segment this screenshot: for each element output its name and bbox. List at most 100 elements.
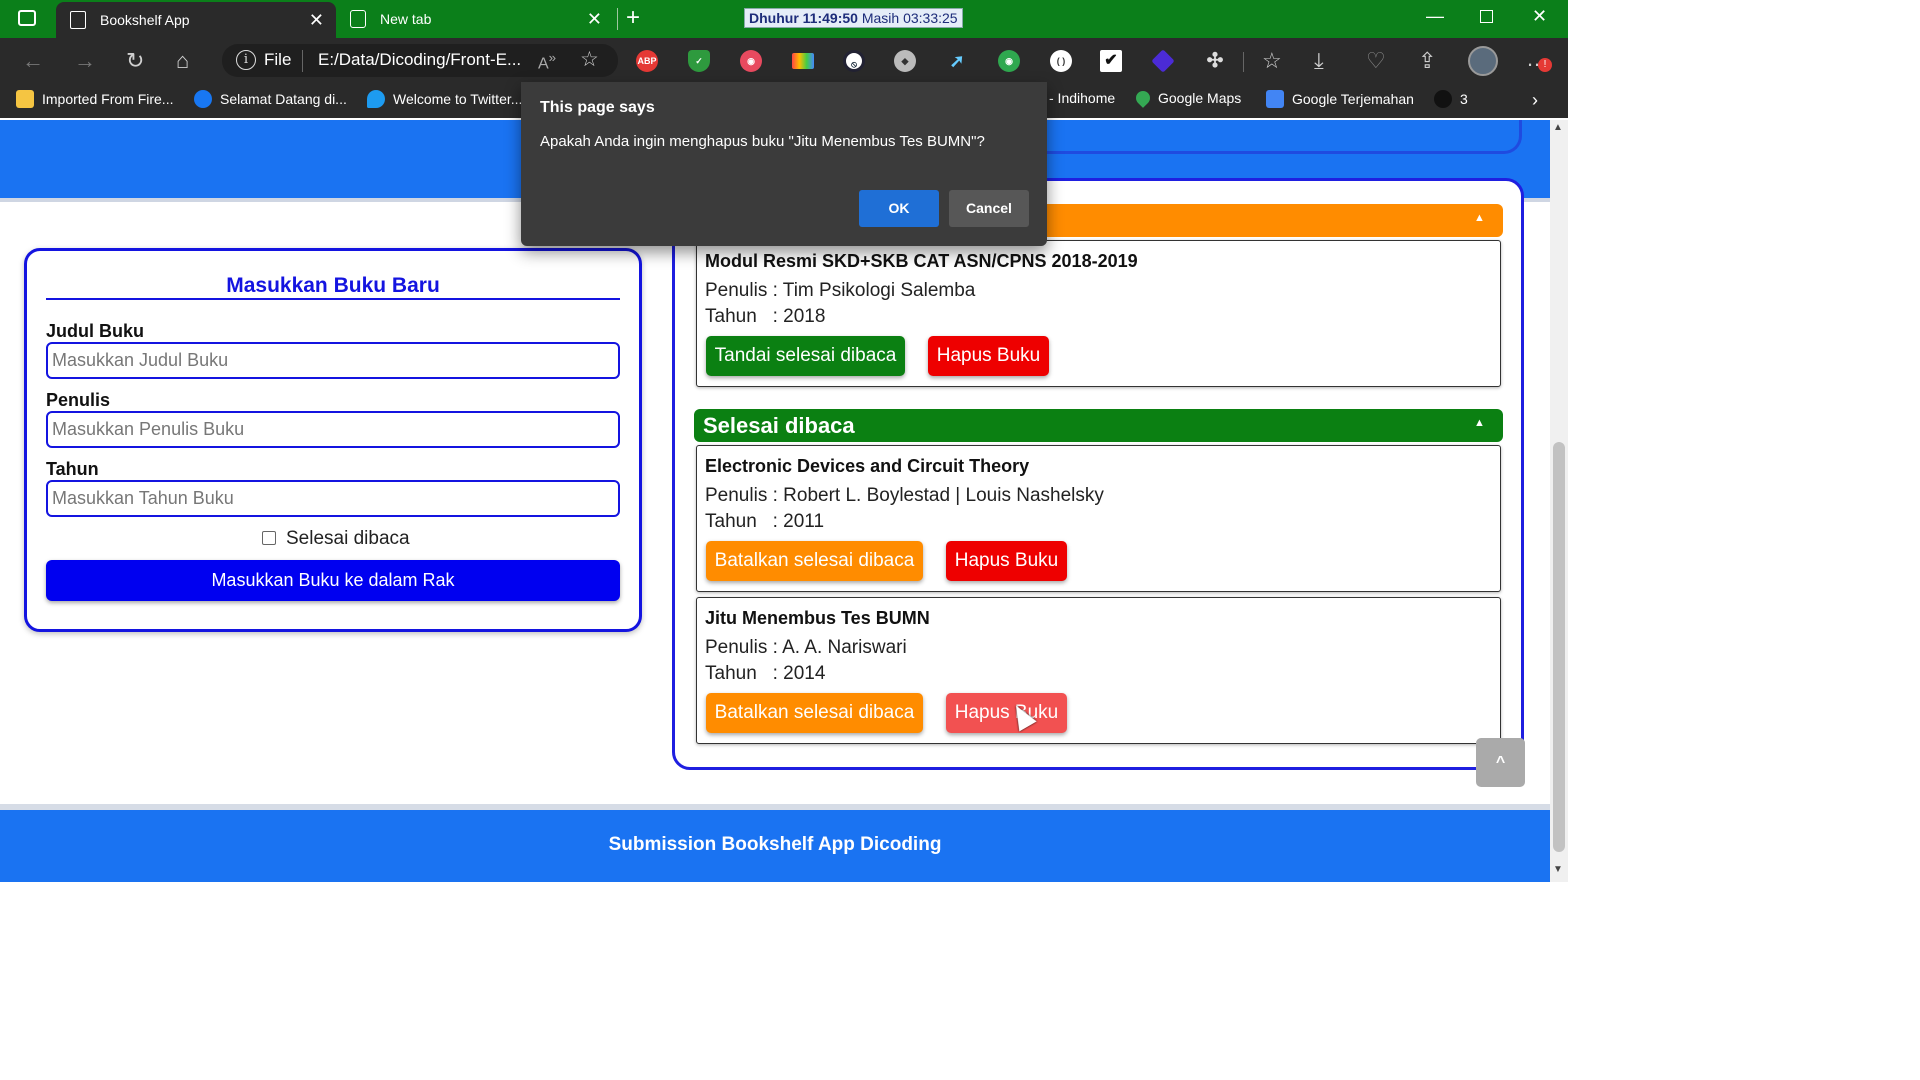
dialog-title: This page says [540, 99, 655, 116]
mark-complete-button[interactable]: Tandai selesai dibaca [706, 336, 905, 376]
collapse-unread-icon[interactable]: ▲ [1474, 212, 1485, 224]
add-favorite-icon[interactable]: ☆ [580, 47, 599, 72]
folder-icon [16, 90, 34, 108]
bookmarks-overflow-icon[interactable]: › [1532, 90, 1538, 111]
blocker-icon[interactable]: ⦸ [843, 50, 865, 72]
profile-avatar[interactable] [1468, 46, 1498, 76]
home-icon[interactable]: ⌂ [176, 48, 189, 74]
book-year: Tahun : 2018 [705, 306, 826, 327]
bookmark-imported[interactable]: Imported From Fire... [16, 90, 173, 108]
shield-icon[interactable]: ✓ [688, 50, 710, 72]
close-tab-icon[interactable]: ✕ [309, 10, 324, 31]
prayer-name: Dhuhur [749, 10, 799, 26]
scroll-up-arrow-icon[interactable]: ▲ [1553, 122, 1563, 133]
toolbar-divider [1243, 52, 1244, 72]
scrollbar-thumb[interactable] [1553, 442, 1565, 852]
book-year: Tahun : 2011 [705, 511, 825, 532]
delete-book-button[interactable]: Hapus Buku [928, 336, 1049, 376]
cursor-icon[interactable]: ➚ [946, 50, 968, 72]
is-complete-label: Selesai dibaca [286, 528, 410, 549]
book-author: Penulis : A. A. Nariswari [705, 637, 907, 658]
address-scheme: File [264, 50, 292, 69]
tab-divider [617, 8, 618, 30]
delete-book-button[interactable]: Hapus Buku [946, 541, 1067, 581]
restore-icon[interactable] [1480, 10, 1493, 23]
minimize-icon[interactable]: — [1426, 6, 1444, 27]
title-label: Judul Buku [46, 321, 144, 341]
bookmark-google-translate[interactable]: Google Terjemahan [1266, 90, 1414, 108]
spy-icon [1434, 90, 1452, 108]
tab-label: New tab [380, 11, 432, 27]
new-tab-plus-icon[interactable]: + [626, 4, 640, 32]
bookmark-label: - Indihome [1049, 90, 1116, 106]
scroll-down-arrow-icon[interactable]: ▼ [1553, 864, 1563, 875]
vpn-icon[interactable]: ◆ [894, 50, 916, 72]
refresh-icon[interactable]: ↻ [126, 48, 144, 74]
palette-icon[interactable] [792, 53, 814, 69]
adblock-icon[interactable]: ABP [636, 50, 658, 72]
delete-book-button[interactable]: Hapus Buku [946, 693, 1067, 733]
year-input[interactable] [46, 480, 620, 517]
browser-essentials-icon[interactable]: ♡ [1366, 48, 1386, 74]
book-author: Penulis : Tim Psikologi Salemba [705, 280, 976, 301]
bookmark-spy[interactable]: 3 [1434, 90, 1468, 108]
book-author: Penulis : Robert L. Boylestad | Louis Na… [705, 485, 1104, 506]
ublock-icon[interactable]: ◉ [740, 50, 762, 72]
bookmark-label: 3 [1460, 91, 1468, 107]
translate-icon [1266, 90, 1284, 108]
read-aloud-icon[interactable]: A» [538, 50, 556, 73]
checkbox-icon[interactable]: ✔ [1100, 50, 1122, 72]
title-input[interactable] [46, 342, 620, 379]
favorites-icon[interactable]: ☆ [1262, 48, 1282, 74]
share-icon[interactable]: ⇪ [1418, 48, 1436, 74]
prayer-clock-extension: Dhuhur 11:49:50 Masih 03:33:25 [744, 8, 963, 28]
submit-book-button[interactable]: Masukkan Buku ke dalam Rak [46, 560, 620, 601]
prayer-remaining-label: Masih [861, 10, 900, 26]
facebook-icon [194, 90, 212, 108]
bookmark-label: Selamat Datang di... [220, 91, 347, 107]
window-close-icon[interactable]: ✕ [1532, 6, 1547, 27]
notification-badge: ! [1538, 58, 1552, 72]
author-input[interactable] [46, 411, 620, 448]
read-shelf-title: Selesai dibaca [703, 413, 855, 438]
bookmark-indihome[interactable]: - Indihome [1049, 90, 1115, 106]
downloads-icon[interactable]: ⤓ [1314, 48, 1324, 74]
author-label: Penulis [46, 390, 111, 410]
search-card-edge [1026, 120, 1522, 154]
tab-label: Bookshelf App [100, 12, 190, 28]
eye-icon[interactable]: ◉ [998, 50, 1020, 72]
bookmark-twitter[interactable]: Welcome to Twitter... [367, 90, 522, 108]
site-info-icon[interactable]: i [236, 50, 256, 70]
dialog-ok-button[interactable]: OK [859, 190, 939, 227]
newtab-page-icon [350, 10, 366, 28]
back-icon[interactable]: ← [22, 48, 44, 74]
book-title: Electronic Devices and Circuit Theory [705, 456, 1030, 476]
bookmark-label: Imported From Fire... [42, 91, 174, 107]
forward-icon[interactable]: → [74, 48, 96, 74]
bookmark-label: Google Terjemahan [1292, 91, 1414, 107]
tab-bookshelf-app[interactable]: Bookshelf App ✕ [56, 2, 336, 38]
bookmark-google-maps[interactable]: Google Maps [1133, 88, 1242, 108]
scroll-to-top-button[interactable]: ^ [1476, 738, 1525, 787]
address-divider [302, 50, 303, 72]
dialog-cancel-button[interactable]: Cancel [949, 190, 1029, 227]
undo-complete-button[interactable]: Batalkan selesai dibaca [706, 541, 923, 581]
prayer-time: 11:49:50 [802, 10, 858, 26]
undo-complete-button[interactable]: Batalkan selesai dibaca [706, 693, 923, 733]
is-complete-checkbox[interactable] [262, 531, 276, 545]
tab-new-tab[interactable]: New tab ✕ [342, 0, 614, 38]
sync-icon[interactable]: ( ) [1050, 50, 1072, 72]
puzzle-icon[interactable]: ✣ [1204, 50, 1226, 72]
address-url[interactable]: E:/Data/Dicoding/Front-E... [318, 50, 521, 70]
bookmark-label: Google Maps [1158, 90, 1242, 106]
footer-text: Submission Bookshelf App Dicoding [608, 834, 942, 855]
bookmark-facebook[interactable]: Selamat Datang di... [194, 90, 347, 108]
tab-actions-icon[interactable] [18, 10, 36, 26]
book-title: Jitu Menembus Tes BUMN [705, 608, 930, 628]
prayer-remaining: 03:33:25 [903, 10, 958, 26]
maps-icon [1133, 88, 1153, 108]
page-icon [70, 11, 86, 29]
close-tab-icon[interactable]: ✕ [587, 9, 602, 30]
collapse-read-icon[interactable]: ▲ [1474, 417, 1485, 429]
form-title-underline [46, 298, 620, 300]
